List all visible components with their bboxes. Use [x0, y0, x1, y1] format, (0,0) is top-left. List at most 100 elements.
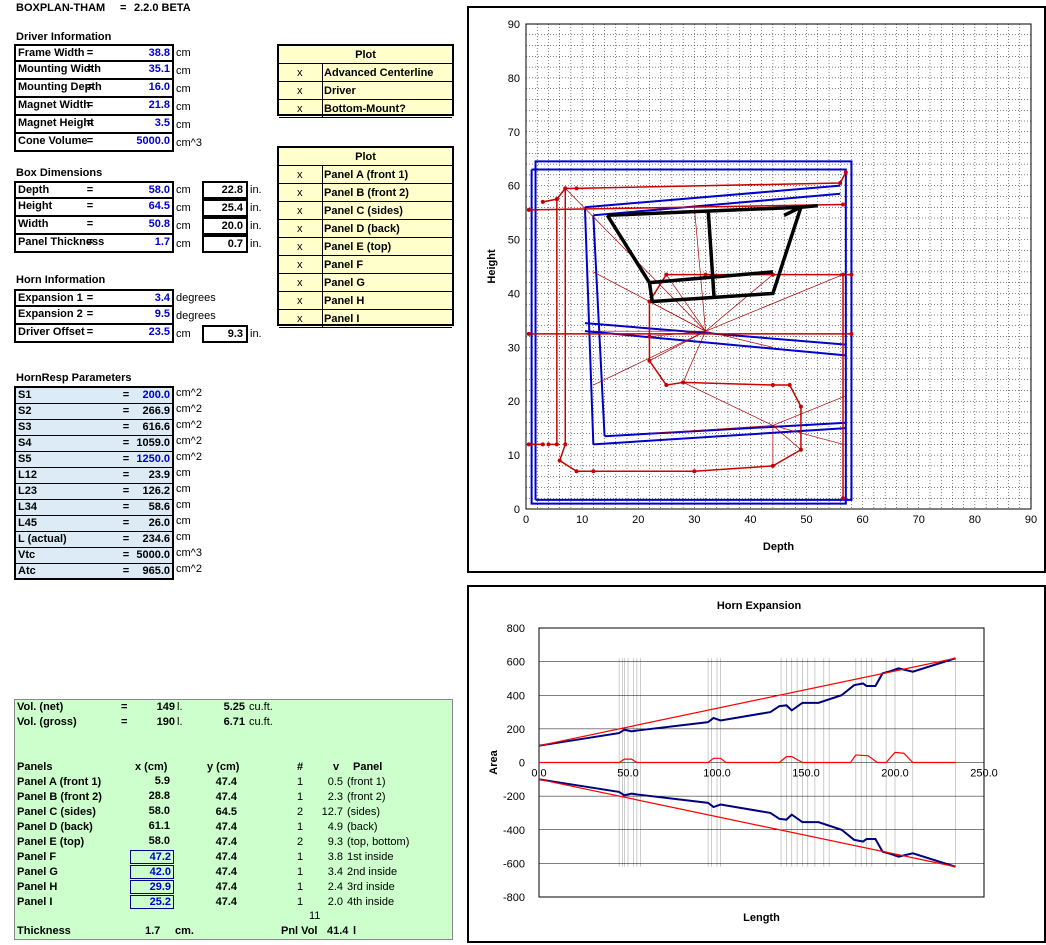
- vol-panel-x: 42.0: [130, 865, 174, 879]
- plot-option-row: x Panel G: [279, 274, 452, 292]
- x-tick-label: 70: [913, 514, 925, 526]
- plot-option-row: x Driver: [279, 82, 452, 100]
- vol-panel-y: 47.4: [215, 821, 237, 833]
- y-tick-label: -600: [503, 858, 525, 870]
- hornresp-value: 126.2: [142, 485, 170, 497]
- vol-panel-n: 1: [297, 896, 304, 908]
- vol-gross-eq: =: [121, 716, 128, 728]
- row-value: 50.8: [148, 218, 170, 230]
- plot-option-label: Panel F: [324, 259, 364, 271]
- layout-point: [838, 180, 843, 185]
- plot-check: x: [297, 187, 303, 199]
- x-tick-label: 50: [800, 514, 812, 526]
- vol-panel-v: 2.0: [327, 896, 343, 908]
- vol-panel-desc: 4th inside: [347, 896, 395, 908]
- layout-point: [849, 272, 854, 277]
- hornresp-unit: cm^3: [176, 547, 202, 559]
- plot-check: x: [297, 241, 303, 253]
- y-tick-label: 0: [514, 504, 520, 516]
- plot-check: x: [297, 277, 303, 289]
- horn-expansion-svg: Horn Expansion -800 -600 -400 -200 0 200 400 600…: [488, 600, 998, 924]
- hornresp-eq: =: [122, 469, 130, 481]
- layout-point: [563, 442, 568, 447]
- row-value: 3.4: [154, 292, 170, 304]
- table-row: Frame Width = 38.8: [14, 44, 174, 62]
- hornresp-value: 23.9: [148, 469, 170, 481]
- layout-line: [548, 199, 558, 446]
- layout-point: [849, 331, 854, 336]
- vol-panel-name: Panel I: [17, 896, 53, 908]
- hornresp-value: 266.9: [142, 405, 170, 417]
- vol-panel-x: 61.1: [148, 820, 170, 832]
- plot-option-row: x Panel B (front 2): [279, 184, 452, 202]
- row-value: 3.5: [154, 117, 170, 129]
- hornresp-label: S5: [18, 453, 32, 465]
- hornresp-eq: =: [122, 501, 130, 513]
- hornresp-row: S4 = 1059.0: [16, 436, 172, 452]
- table-row: Depth = 58.0: [14, 181, 174, 199]
- vol-panel-v: 3.8: [327, 851, 343, 863]
- layout-point: [526, 442, 531, 447]
- row-eq: =: [86, 135, 94, 147]
- panels-col-header: Panels: [17, 761, 53, 773]
- pnlvol-unit: l: [353, 925, 357, 937]
- row-unit: cm: [176, 83, 191, 95]
- layout-point: [546, 442, 551, 447]
- hornresp-heading: HornResp Parameters: [16, 372, 132, 384]
- plot-divider: [322, 184, 323, 202]
- vol-panel-y: 47.4: [215, 776, 237, 788]
- n-col-header: #: [297, 761, 304, 773]
- inch-unit: in.: [250, 238, 262, 250]
- vol-panel-n: 2: [297, 836, 304, 848]
- hornresp-unit: cm^2: [176, 387, 202, 399]
- vol-panel-desc: (front 2): [347, 791, 386, 803]
- plot-divider: [322, 202, 323, 220]
- plot-divider: [322, 64, 323, 82]
- y-tick-label: -400: [503, 825, 525, 837]
- hornresp-row: Atc = 965.0: [16, 564, 172, 580]
- vol-panel-v: 2.4: [327, 881, 343, 893]
- box-layout-chart: 0 10 20 30 40 50 60 70 80 90 0 10 20 30 40 50 60 70 80 90 De…: [467, 6, 1046, 573]
- row-label: Width: [18, 218, 49, 230]
- hornresp-row: S5 = 1250.0: [16, 452, 172, 468]
- vol-panel-x: 29.9: [130, 880, 174, 894]
- row-label: Magnet Height: [18, 117, 94, 129]
- hornresp-value: 965.0: [142, 565, 170, 577]
- y-tick-label: 20: [508, 396, 520, 408]
- hornresp-row: L23 = 126.2: [16, 484, 172, 500]
- construction-line: [772, 395, 846, 426]
- x-tick-label: 80: [969, 514, 981, 526]
- vol-panel-v: 0.5: [327, 776, 343, 788]
- series-line-upper: [538, 657, 956, 747]
- hornresp-eq: =: [122, 405, 130, 417]
- vol-panel-name: Panel A (front 1): [17, 776, 102, 788]
- y-tick-label: 40: [508, 288, 520, 300]
- hornresp-eq: =: [122, 533, 130, 545]
- x-axis-label: Depth: [763, 541, 794, 553]
- plot-option-row: x Panel D (back): [279, 220, 452, 238]
- driver-axis: [706, 212, 716, 297]
- plot-check: x: [297, 67, 303, 79]
- hornresp-value: 234.6: [142, 533, 170, 545]
- construction-line: [649, 425, 773, 434]
- y-axis-label: Area: [488, 749, 500, 774]
- plot-option-row: x Advanced Centerline: [279, 64, 452, 82]
- row-label: Expansion 2: [18, 308, 83, 320]
- row-unit: cm: [176, 47, 191, 59]
- row-label: Frame Width: [18, 47, 85, 59]
- panel-count: 11: [309, 910, 321, 922]
- vol-panel-y: 47.4: [215, 866, 237, 878]
- hornresp-unit: cm: [176, 483, 191, 495]
- row-label: Cone Volume: [18, 135, 88, 147]
- inch-value: 0.7: [202, 235, 248, 253]
- hornresp-eq: =: [122, 565, 130, 577]
- vol-panel-name: Panel B (front 2): [17, 791, 102, 803]
- thickness-unit: cm.: [175, 925, 194, 937]
- y-tick-label: 30: [508, 342, 520, 354]
- vol-gross-lunit: l.: [177, 716, 183, 728]
- pnlvol-label: Pnl Vol: [281, 925, 318, 937]
- hornresp-value: 1059.0: [136, 437, 170, 449]
- layout-point: [681, 380, 686, 385]
- plot-header: Plot: [279, 46, 452, 64]
- x-col-header: x (cm): [135, 761, 168, 773]
